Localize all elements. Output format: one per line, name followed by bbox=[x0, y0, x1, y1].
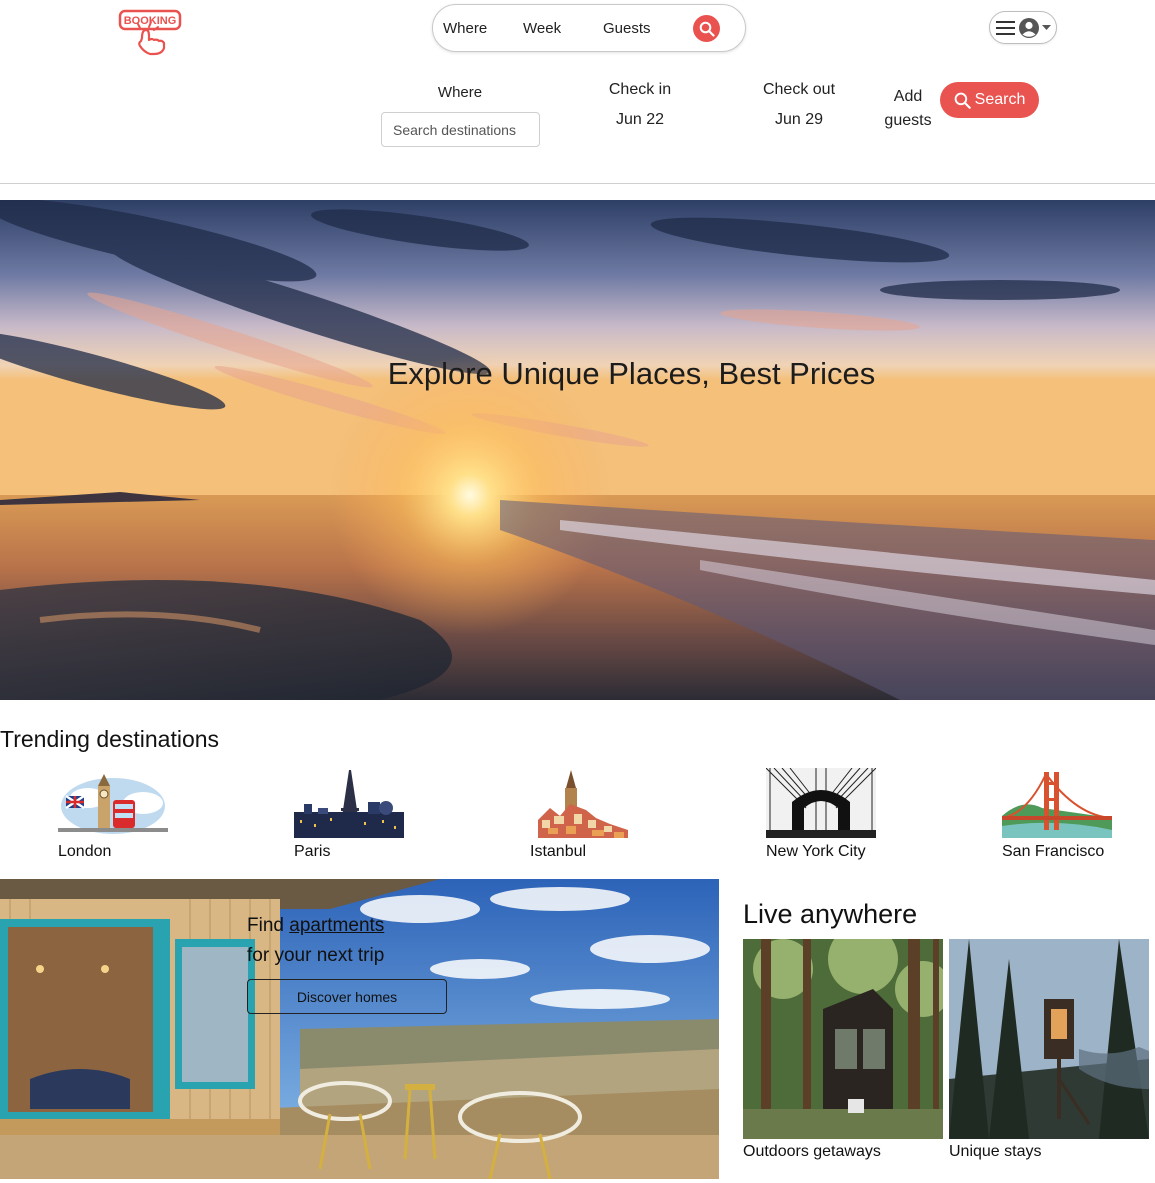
sunset-beach-image bbox=[0, 200, 1155, 700]
checkin-date[interactable]: Jun 22 bbox=[590, 111, 690, 129]
promo-line2: for your next trip bbox=[247, 945, 385, 966]
checkout-label: Check out bbox=[762, 81, 836, 98]
destination-card-london[interactable]: London bbox=[58, 768, 170, 860]
istanbul-illustration bbox=[530, 768, 640, 838]
compact-where[interactable]: Where bbox=[443, 20, 487, 37]
add-guests-line1: Add bbox=[893, 88, 923, 105]
compact-search-bar[interactable]: Where Week Guests bbox=[432, 4, 746, 52]
booking-home-page: BOOKING Where Week Guests Where Search d… bbox=[0, 0, 1155, 1183]
caret-down-icon bbox=[1042, 24, 1051, 30]
forest-cabin-photo bbox=[743, 939, 943, 1139]
card-caption: Outdoors getaways bbox=[743, 1143, 881, 1160]
user-menu-button[interactable] bbox=[989, 11, 1057, 44]
user-avatar-icon bbox=[1019, 17, 1039, 38]
london-illustration bbox=[58, 774, 168, 834]
booking-logo[interactable]: BOOKING bbox=[118, 8, 184, 56]
destination-card-new-york-city[interactable]: New York City bbox=[766, 768, 878, 860]
destination-card-paris[interactable]: Paris bbox=[294, 768, 406, 860]
live-card-outdoors-getaways[interactable]: Outdoors getaways bbox=[743, 939, 943, 1160]
discover-homes-button[interactable]: Discover homes bbox=[247, 979, 447, 1014]
card-caption: Unique stays bbox=[949, 1143, 1042, 1160]
add-guests-line2: guests bbox=[884, 112, 932, 129]
golden-gate-illustration bbox=[1002, 768, 1112, 838]
promo-text: Find apartments for your next trip bbox=[247, 911, 384, 971]
new-york-bridge-photo bbox=[766, 768, 876, 838]
compact-week[interactable]: Week bbox=[523, 20, 561, 37]
live-card-unique-stays[interactable]: Unique stays bbox=[949, 939, 1149, 1160]
checkin-label: Check in bbox=[608, 81, 672, 98]
menu-icon bbox=[996, 20, 1015, 35]
apartments-link[interactable]: apartments bbox=[289, 915, 384, 936]
where-label: Where bbox=[437, 84, 483, 101]
search-button[interactable]: Search bbox=[940, 82, 1039, 118]
treehouse-photo bbox=[949, 939, 1149, 1139]
destination-search-input[interactable] bbox=[381, 112, 540, 147]
paris-illustration bbox=[294, 768, 404, 838]
destination-name: New York City bbox=[766, 843, 866, 860]
hero-title: Explore Unique Places, Best Prices bbox=[387, 356, 876, 391]
search-button-label: Search bbox=[974, 91, 1026, 108]
checkout-date[interactable]: Jun 29 bbox=[749, 111, 849, 129]
compact-search-button[interactable] bbox=[693, 15, 720, 42]
live-anywhere-title: Live anywhere bbox=[743, 899, 918, 929]
destination-name: Paris bbox=[294, 843, 331, 860]
promo-line1-prefix: Find bbox=[247, 915, 290, 936]
search-icon bbox=[954, 92, 971, 109]
trending-title: Trending destinations bbox=[0, 726, 220, 752]
add-guests-button[interactable]: Add guests bbox=[868, 85, 948, 133]
compact-guests[interactable]: Guests bbox=[603, 20, 651, 37]
destination-card-san-francisco[interactable]: San Francisco bbox=[1002, 768, 1114, 860]
destination-name: London bbox=[58, 843, 112, 860]
destination-name: San Francisco bbox=[1002, 843, 1105, 860]
destination-name: Istanbul bbox=[530, 843, 587, 860]
hero-banner bbox=[0, 200, 1155, 700]
search-icon bbox=[699, 21, 715, 37]
destination-card-istanbul[interactable]: Istanbul bbox=[530, 768, 642, 860]
header-divider bbox=[0, 183, 1155, 184]
